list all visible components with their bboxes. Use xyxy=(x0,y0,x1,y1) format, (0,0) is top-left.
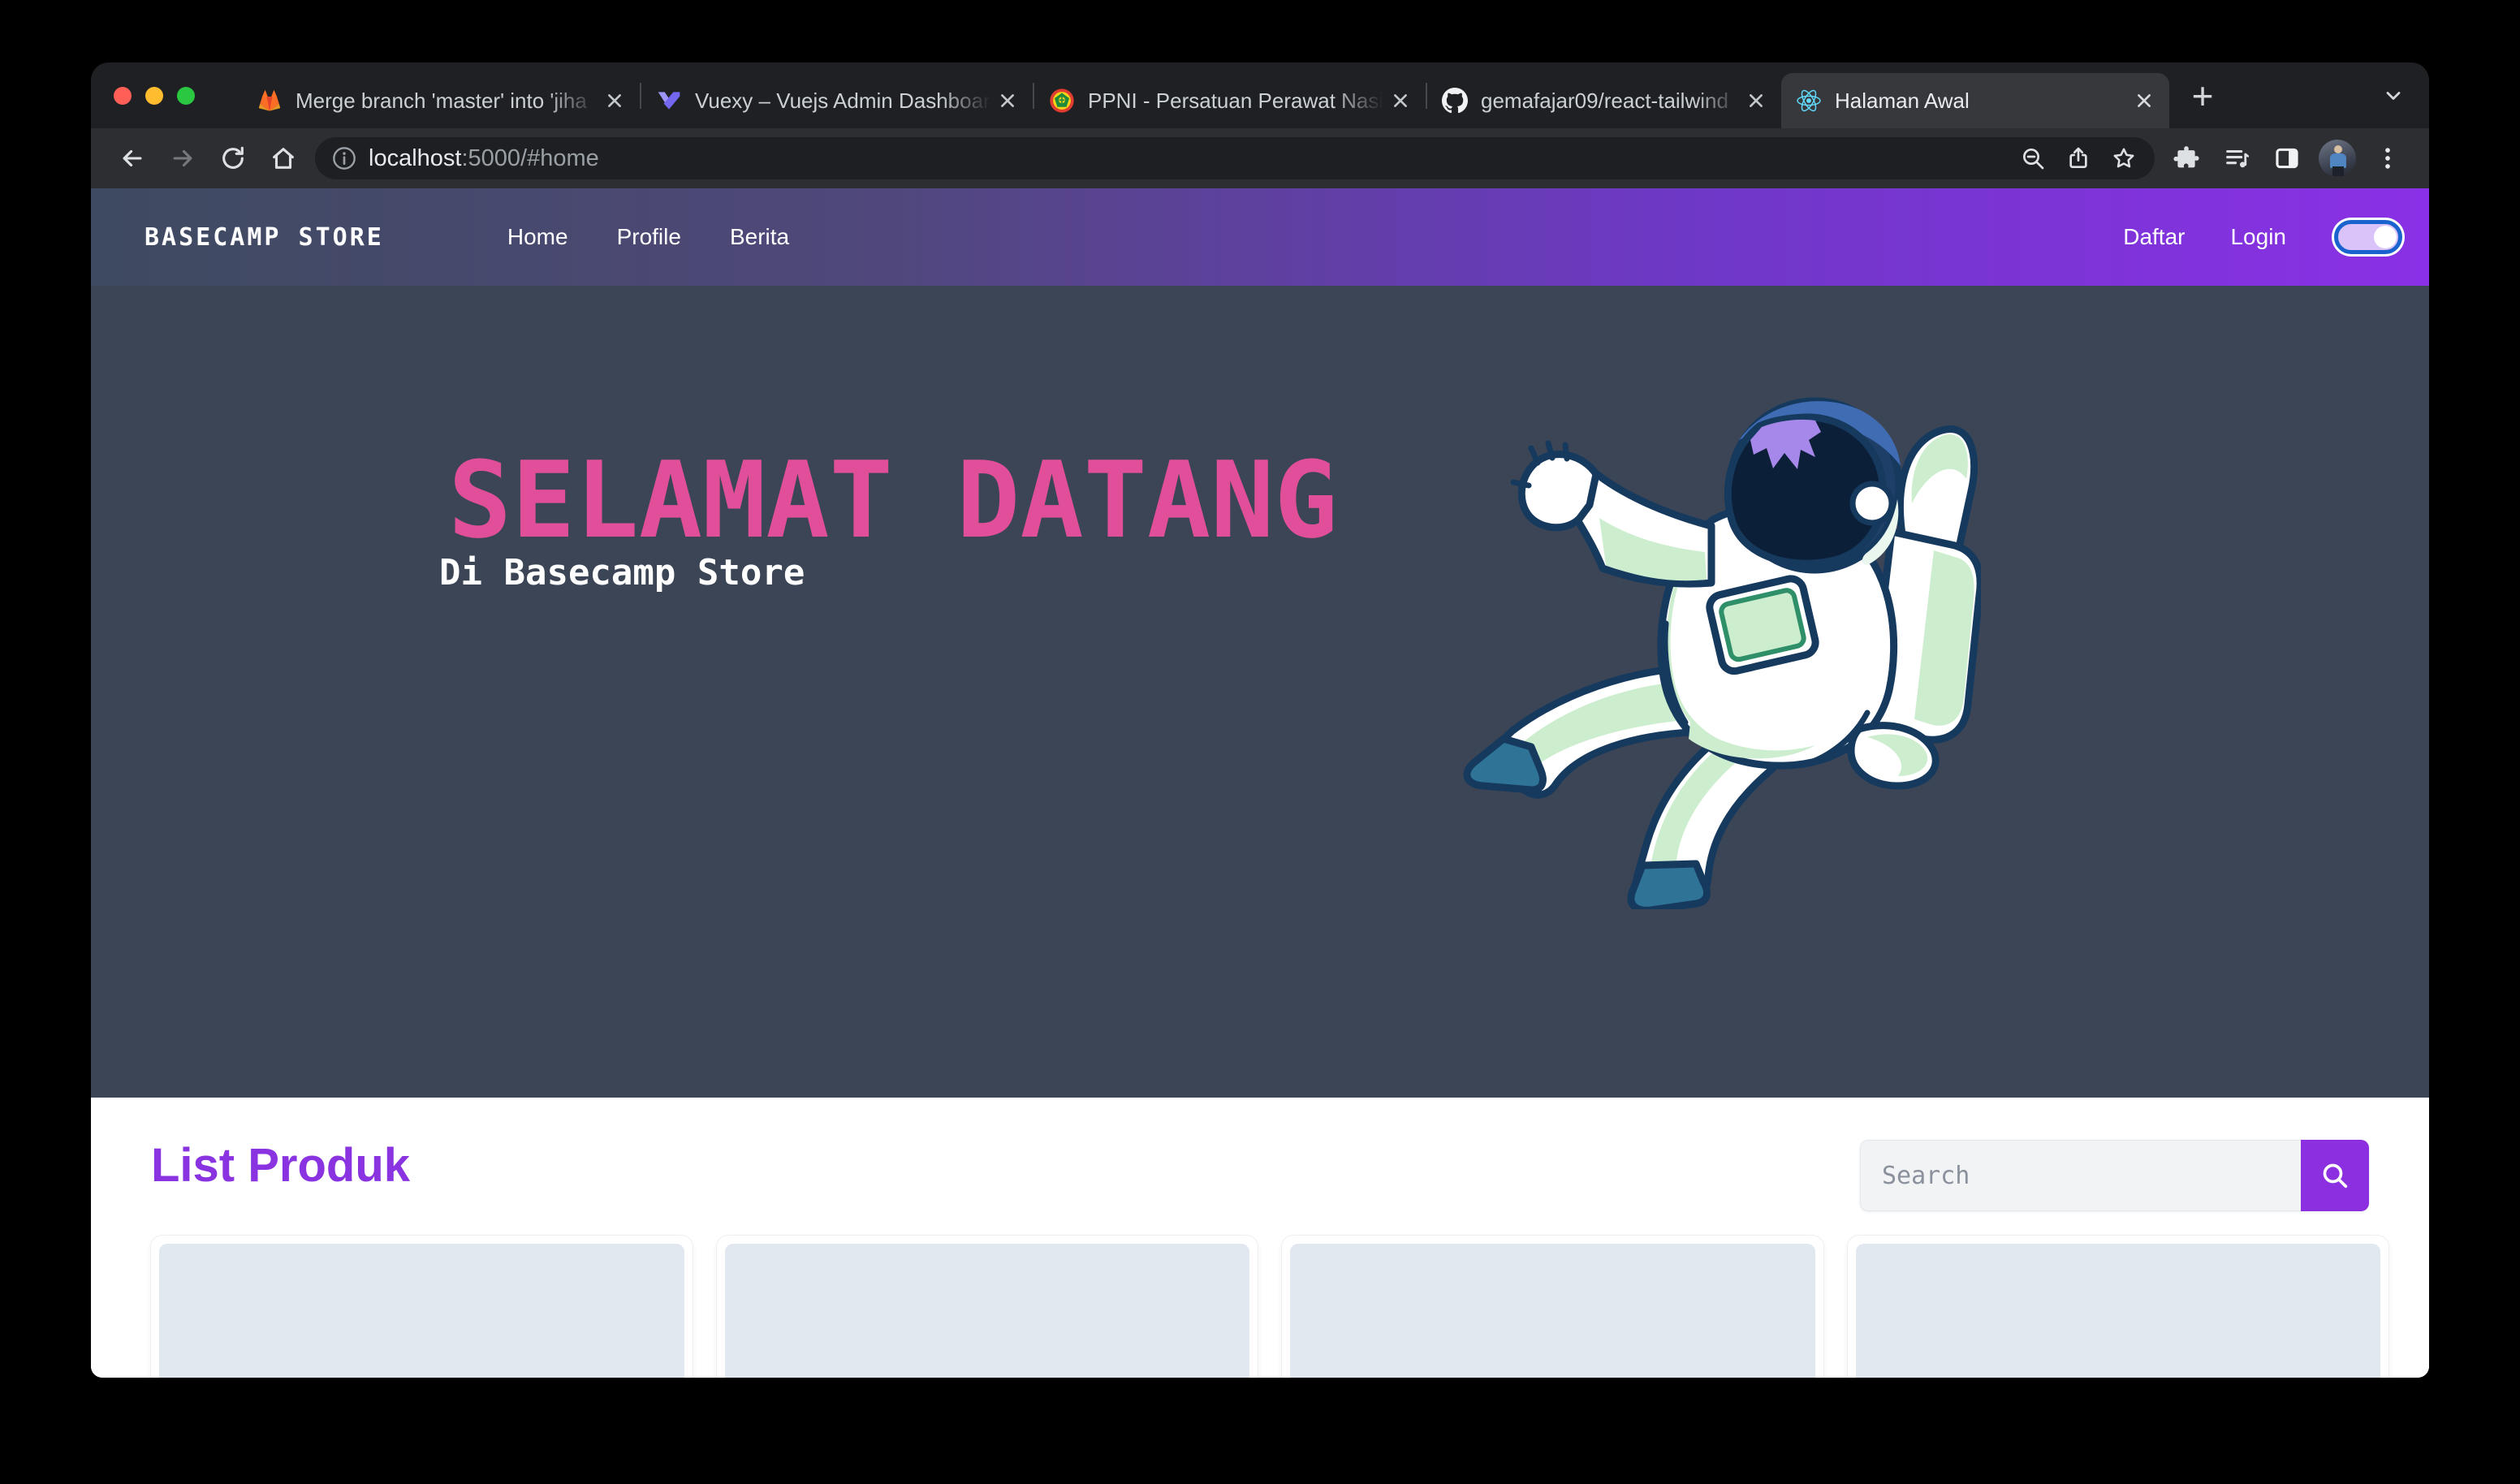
url-text: localhost:5000/#home xyxy=(369,145,599,172)
plus-icon: + xyxy=(2192,77,2214,114)
tab-vuexy[interactable]: Vuexy – Vuejs Admin Dashboard xyxy=(641,73,1033,128)
share-icon xyxy=(2065,145,2091,171)
product-card[interactable] xyxy=(1848,1236,2389,1378)
media-playlist-icon xyxy=(2223,145,2250,172)
product-card-grid xyxy=(151,1236,2388,1378)
browser-menu-button[interactable] xyxy=(2362,136,2413,181)
reload-button[interactable] xyxy=(208,136,258,181)
gitlab-icon xyxy=(257,88,283,114)
home-icon xyxy=(270,145,297,172)
nav-links: Home Profile Berita xyxy=(507,224,789,250)
puzzle-icon xyxy=(2173,145,2200,172)
url-host: localhost xyxy=(369,145,461,171)
window-close-button[interactable] xyxy=(114,87,132,105)
zoom-page-button[interactable] xyxy=(2010,139,2056,178)
product-card[interactable] xyxy=(717,1236,1258,1378)
forward-arrow-icon xyxy=(169,145,196,172)
react-icon xyxy=(1796,88,1822,114)
product-card[interactable] xyxy=(151,1236,693,1378)
bookmark-button[interactable] xyxy=(2101,139,2147,178)
search-icon xyxy=(2319,1159,2351,1192)
screenshot-canvas: { "browser": { "tabs": [ { "title": "Mer… xyxy=(0,0,2520,1484)
tab-ppni[interactable]: PPNI - Persatuan Perawat Nasio xyxy=(1034,73,1426,128)
product-card[interactable] xyxy=(1282,1236,1823,1378)
side-panel-icon xyxy=(2273,145,2301,172)
search-bar xyxy=(1860,1140,2369,1211)
product-image-placeholder xyxy=(1856,1244,2381,1378)
toggle-track xyxy=(2334,220,2402,254)
theme-toggle[interactable] xyxy=(2332,218,2405,257)
register-link[interactable]: Daftar xyxy=(2123,224,2185,250)
url-path: :5000/#home xyxy=(461,145,598,171)
search-input[interactable] xyxy=(1860,1140,2301,1211)
product-image-placeholder xyxy=(159,1244,684,1378)
window-controls xyxy=(107,87,206,105)
tab-close-icon[interactable] xyxy=(2130,87,2158,114)
tab-halaman-awal-active[interactable]: Halaman Awal xyxy=(1781,73,2169,128)
address-bar[interactable]: localhost:5000/#home xyxy=(315,137,2155,179)
forward-button[interactable] xyxy=(158,136,208,181)
tab-github[interactable]: gemafajar09/react-tailwind xyxy=(1427,73,1781,128)
tab-title: Vuexy – Vuejs Admin Dashboard xyxy=(695,88,994,114)
site-info-icon[interactable] xyxy=(331,145,357,171)
hero-title: SELAMAT DATANG xyxy=(448,438,1338,562)
product-image-placeholder xyxy=(725,1244,1250,1378)
side-panel-button[interactable] xyxy=(2262,136,2312,181)
browser-window: Merge branch 'master' into 'jiha Vuexy –… xyxy=(91,63,2429,1378)
zoom-out-icon xyxy=(2020,145,2046,171)
window-zoom-button[interactable] xyxy=(177,87,195,105)
hero-section: SELAMAT DATANG Di Basecamp Store xyxy=(91,286,2429,1098)
back-button[interactable] xyxy=(107,136,158,181)
products-heading: List Produk xyxy=(151,1138,410,1193)
tab-gitlab-merge[interactable]: Merge branch 'master' into 'jiha xyxy=(242,73,640,128)
browser-toolbar: localhost:5000/#home xyxy=(91,128,2429,188)
login-link[interactable]: Login xyxy=(2230,224,2286,250)
reload-icon xyxy=(219,145,247,172)
profile-button[interactable] xyxy=(2312,136,2362,181)
tab-title: Halaman Awal xyxy=(1835,88,2130,114)
kebab-menu-icon xyxy=(2374,145,2401,172)
tab-title: Merge branch 'master' into 'jiha xyxy=(296,88,601,114)
home-button[interactable] xyxy=(258,136,309,181)
tab-strip: Merge branch 'master' into 'jiha Vuexy –… xyxy=(91,63,2429,128)
github-icon xyxy=(1442,88,1468,114)
new-tab-button[interactable]: + xyxy=(2181,74,2224,118)
share-button[interactable] xyxy=(2056,139,2101,178)
tab-close-icon[interactable] xyxy=(601,87,628,114)
media-controls-button[interactable] xyxy=(2211,136,2262,181)
product-image-placeholder xyxy=(1290,1244,1815,1378)
back-arrow-icon xyxy=(119,145,146,172)
tab-title: PPNI - Persatuan Perawat Nasio xyxy=(1088,88,1387,114)
brand-logo[interactable]: BASECAMP STORE xyxy=(145,223,384,252)
site-navbar: BASECAMP STORE Home Profile Berita Dafta… xyxy=(91,188,2429,286)
avatar xyxy=(2319,140,2356,177)
nav-link-home[interactable]: Home xyxy=(507,224,568,250)
extensions-button[interactable] xyxy=(2161,136,2211,181)
search-button[interactable] xyxy=(2301,1140,2369,1211)
window-minimize-button[interactable] xyxy=(145,87,163,105)
tab-title: gemafajar09/react-tailwind xyxy=(1481,88,1742,114)
nav-link-profile[interactable]: Profile xyxy=(617,224,681,250)
ppni-icon xyxy=(1049,88,1075,114)
toggle-knob xyxy=(2374,226,2397,248)
tab-search-chevron-button[interactable] xyxy=(2374,76,2413,115)
tabs: Merge branch 'master' into 'jiha Vuexy –… xyxy=(242,63,2169,128)
nav-link-berita[interactable]: Berita xyxy=(730,224,789,250)
products-section: List Produk xyxy=(91,1098,2429,1378)
page-content: BASECAMP STORE Home Profile Berita Dafta… xyxy=(91,188,2429,1378)
star-icon xyxy=(2111,145,2137,171)
tab-close-icon[interactable] xyxy=(1387,87,1414,114)
vuexy-icon xyxy=(656,88,682,114)
hero-subtitle: Di Basecamp Store xyxy=(439,552,805,593)
chevron-down-icon xyxy=(2382,84,2405,107)
tab-close-icon[interactable] xyxy=(1742,87,1770,114)
astronaut-illustration xyxy=(1453,382,1981,909)
tab-close-icon[interactable] xyxy=(994,87,1021,114)
nav-actions: Daftar Login xyxy=(2123,218,2405,257)
